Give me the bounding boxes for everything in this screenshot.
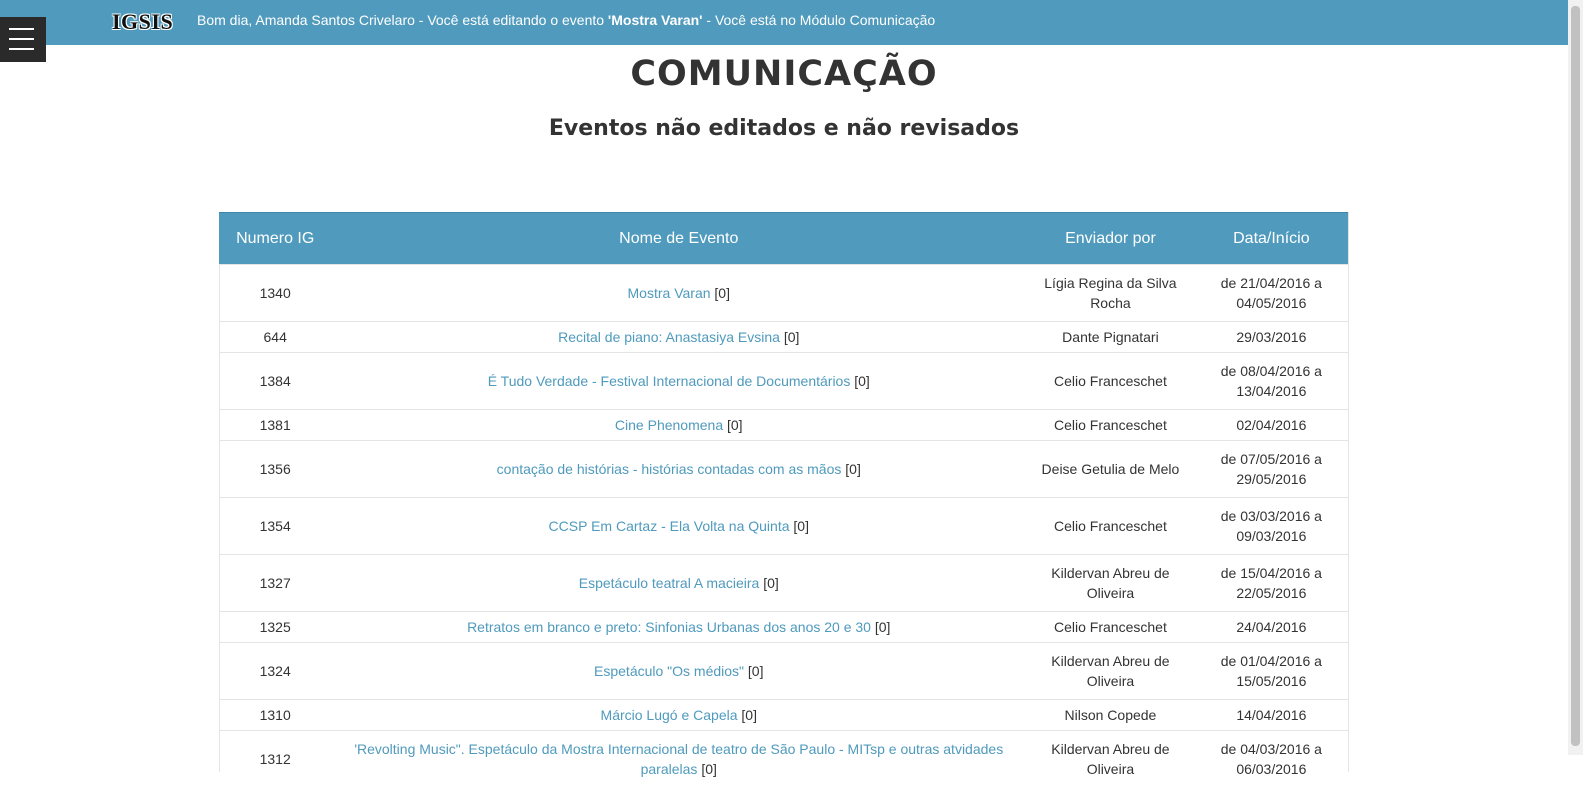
sender-name: Nilson Copede: [1026, 700, 1195, 731]
event-count: [0]: [748, 663, 764, 679]
menu-line: [9, 48, 34, 50]
scrollbar-thumb[interactable]: [1571, 6, 1580, 746]
sender-name: Kildervan Abreu de Oliveira: [1026, 731, 1195, 787]
event-count: [0]: [701, 761, 717, 777]
sender-name: Kildervan Abreu de Oliveira: [1026, 555, 1195, 612]
vertical-scrollbar[interactable]: [1568, 0, 1583, 755]
ig-number: 1325: [219, 612, 331, 643]
ig-number: 1324: [219, 643, 331, 700]
table-row: 1310 Márcio Lugó e Capela [0] Nilson Cop…: [219, 700, 1348, 731]
event-link[interactable]: Cine Phenomena: [615, 417, 723, 433]
event-name-cell: 'Revolting Music". Espetáculo da Mostra …: [331, 731, 1026, 787]
table-row: 644 Recital de piano: Anastasiya Evsina …: [219, 322, 1348, 353]
event-link[interactable]: Márcio Lugó e Capela: [601, 707, 738, 723]
ig-number: 1381: [219, 410, 331, 441]
event-link[interactable]: Mostra Varan: [628, 285, 711, 301]
event-count: [0]: [875, 619, 891, 635]
table-header-row: Numero IG Nome de Evento Enviador por Da…: [219, 213, 1348, 265]
table-row: 1327 Espetáculo teatral A macieira [0] K…: [219, 555, 1348, 612]
table-row: 1340 Mostra Varan [0] Lígia Regina da Si…: [219, 265, 1348, 322]
event-name-cell: Cine Phenomena [0]: [331, 410, 1026, 441]
event-date: de 07/05/2016 a 29/05/2016: [1195, 441, 1348, 498]
ig-number: 1310: [219, 700, 331, 731]
event-link[interactable]: Retratos em branco e preto: Sinfonias Ur…: [467, 619, 871, 635]
event-name-cell: Mostra Varan [0]: [331, 265, 1026, 322]
event-name-cell: É Tudo Verdade - Festival Internacional …: [331, 353, 1026, 410]
event-date: 02/04/2016: [1195, 410, 1348, 441]
event-link[interactable]: Espetáculo teatral A macieira: [579, 575, 760, 591]
events-table: Numero IG Nome de Evento Enviador por Da…: [219, 212, 1348, 787]
event-count: [0]: [763, 575, 779, 591]
event-link[interactable]: Recital de piano: Anastasiya Evsina: [558, 329, 780, 345]
event-name-cell: Espetáculo teatral A macieira [0]: [331, 555, 1026, 612]
event-name-cell: CCSP Em Cartaz - Ela Volta na Quinta [0]: [331, 498, 1026, 555]
page-subtitle: Eventos não editados e não revisados: [0, 116, 1568, 141]
event-count: [0]: [854, 373, 870, 389]
event-link[interactable]: 'Revolting Music". Espetáculo da Mostra …: [354, 741, 1003, 777]
event-date: de 15/04/2016 a 22/05/2016: [1195, 555, 1348, 612]
column-header-sender: Enviador por: [1026, 213, 1195, 265]
ig-number: 644: [219, 322, 331, 353]
event-date: de 21/04/2016 a 04/05/2016: [1195, 265, 1348, 322]
menu-line: [9, 38, 34, 40]
ig-number: 1384: [219, 353, 331, 410]
sender-name: Celio Franceschet: [1026, 498, 1195, 555]
event-date: de 01/04/2016 a 15/05/2016: [1195, 643, 1348, 700]
column-header-event-name: Nome de Evento: [331, 213, 1026, 265]
ig-number: 1340: [219, 265, 331, 322]
table-row: 1325 Retratos em branco e preto: Sinfoni…: [219, 612, 1348, 643]
event-link[interactable]: contação de histórias - histórias contad…: [497, 461, 842, 477]
sender-name: Kildervan Abreu de Oliveira: [1026, 643, 1195, 700]
igsis-logo[interactable]: IGSIS: [112, 9, 173, 35]
ig-number: 1356: [219, 441, 331, 498]
event-date: 24/04/2016: [1195, 612, 1348, 643]
event-link[interactable]: CCSP Em Cartaz - Ela Volta na Quinta: [549, 518, 790, 534]
event-name-cell: Espetáculo "Os médios" [0]: [331, 643, 1026, 700]
ig-number: 1354: [219, 498, 331, 555]
table-row: 1324 Espetáculo "Os médios" [0] Kilderva…: [219, 643, 1348, 700]
sender-name: Celio Franceschet: [1026, 353, 1195, 410]
table-row: 1356 contação de histórias - histórias c…: [219, 441, 1348, 498]
event-link[interactable]: É Tudo Verdade - Festival Internacional …: [488, 373, 851, 389]
current-event-name: 'Mostra Varan': [608, 12, 703, 28]
event-link[interactable]: Espetáculo "Os médios": [594, 663, 744, 679]
event-name-cell: Márcio Lugó e Capela [0]: [331, 700, 1026, 731]
event-date: de 04/03/2016 a 06/03/2016: [1195, 731, 1348, 787]
page-title: COMUNICAÇÃO: [0, 54, 1568, 94]
greeting-prefix: Bom dia, Amanda Santos Crivelaro - Você …: [197, 12, 608, 28]
sender-name: Deise Getulia de Melo: [1026, 441, 1195, 498]
event-count: [0]: [727, 417, 743, 433]
top-bar: IGSIS Bom dia, Amanda Santos Crivelaro -…: [0, 0, 1568, 45]
hamburger-menu-icon[interactable]: [0, 17, 46, 62]
event-count: [0]: [845, 461, 861, 477]
event-count: [0]: [741, 707, 757, 723]
event-date: 14/04/2016: [1195, 700, 1348, 731]
event-count: [0]: [793, 518, 809, 534]
column-header-date: Data/Início: [1195, 213, 1348, 265]
sender-name: Celio Franceschet: [1026, 612, 1195, 643]
sender-name: Dante Pignatari: [1026, 322, 1195, 353]
event-count: [0]: [714, 285, 730, 301]
greeting-suffix: - Você está no Módulo Comunicação: [703, 12, 936, 28]
event-date: 29/03/2016: [1195, 322, 1348, 353]
event-date: de 03/03/2016 a 09/03/2016: [1195, 498, 1348, 555]
ig-number: 1312: [219, 731, 331, 787]
column-header-ig: Numero IG: [219, 213, 331, 265]
event-name-cell: Retratos em branco e preto: Sinfonias Ur…: [331, 612, 1026, 643]
table-row: 1312 'Revolting Music". Espetáculo da Mo…: [219, 731, 1348, 787]
table-row: 1384 É Tudo Verdade - Festival Internaci…: [219, 353, 1348, 410]
menu-line: [9, 28, 34, 30]
sender-name: Celio Franceschet: [1026, 410, 1195, 441]
table-row: 1354 CCSP Em Cartaz - Ela Volta na Quint…: [219, 498, 1348, 555]
event-name-cell: Recital de piano: Anastasiya Evsina [0]: [331, 322, 1026, 353]
ig-number: 1327: [219, 555, 331, 612]
event-date: de 08/04/2016 a 13/04/2016: [1195, 353, 1348, 410]
event-count: [0]: [784, 329, 800, 345]
sender-name: Lígia Regina da Silva Rocha: [1026, 265, 1195, 322]
greeting-text: Bom dia, Amanda Santos Crivelaro - Você …: [197, 12, 935, 28]
table-row: 1381 Cine Phenomena [0] Celio Francesche…: [219, 410, 1348, 441]
event-name-cell: contação de histórias - histórias contad…: [331, 441, 1026, 498]
